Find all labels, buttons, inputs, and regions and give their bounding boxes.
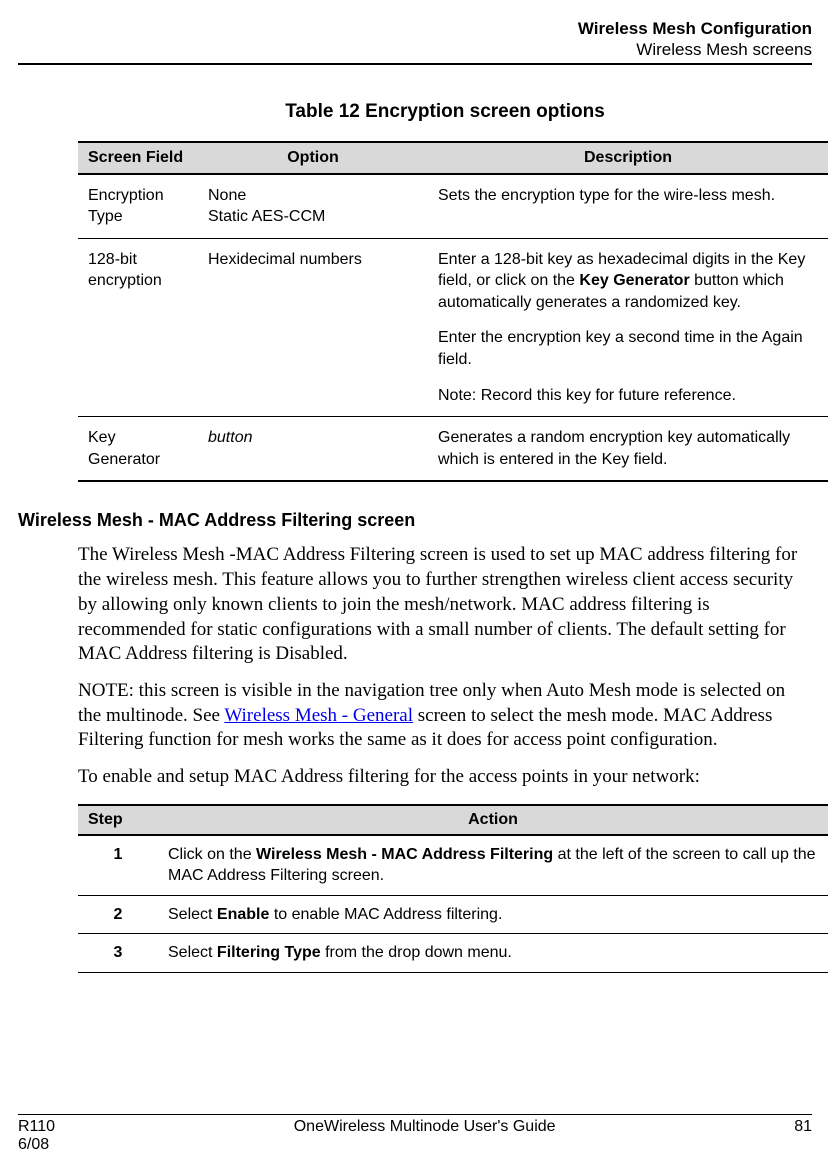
table-row: 128-bit encryptionHexidecimal numbersEnt… <box>78 238 828 417</box>
desc-paragraph: Note: Record this key for future referen… <box>438 385 818 407</box>
cell-option: Hexidecimal numbers <box>198 238 428 417</box>
cell-step-number: 2 <box>78 895 158 934</box>
th-option: Option <box>198 142 428 174</box>
cell-step-number: 3 <box>78 934 158 973</box>
section-para-2: NOTE: this screen is visible in the navi… <box>78 679 812 753</box>
table-row: 1Click on the Wireless Mesh - MAC Addres… <box>78 835 828 896</box>
table-row: Key GeneratorbuttonGenerates a random en… <box>78 417 828 482</box>
table-caption: Table 12 Encryption screen options <box>78 101 812 123</box>
table-row: 2Select Enable to enable MAC Address fil… <box>78 895 828 934</box>
cell-action: Select Filtering Type from the drop down… <box>158 934 828 973</box>
desc-paragraph: Sets the encryption type for the wire-le… <box>438 185 818 207</box>
footer-doc-title: OneWireless Multinode User's Guide <box>294 1118 556 1135</box>
cell-action: Click on the Wireless Mesh - MAC Address… <box>158 835 828 896</box>
desc-paragraph: Generates a random encryption key automa… <box>438 427 818 470</box>
cell-screen-field: Encryption Type <box>78 174 198 239</box>
encryption-options-table: Screen Field Option Description Encrypti… <box>78 141 828 483</box>
section-para-1: The Wireless Mesh -MAC Address Filtering… <box>78 543 812 666</box>
page-footer: R110 OneWireless Multinode User's Guide … <box>18 1114 812 1154</box>
section-heading: Wireless Mesh - MAC Address Filtering sc… <box>18 510 812 531</box>
table-row: Encryption TypeNoneStatic AES-CCM Sets th… <box>78 174 828 239</box>
cell-step-number: 1 <box>78 835 158 896</box>
page-header: Wireless Mesh Configuration Wireless Mes… <box>18 0 812 61</box>
th-action: Action <box>158 805 828 835</box>
cell-screen-field: 128-bit encryption <box>78 238 198 417</box>
footer-date: 6/08 <box>18 1136 49 1153</box>
wireless-mesh-general-link[interactable]: Wireless Mesh - General <box>224 705 413 726</box>
footer-page-number: 81 <box>794 1118 812 1135</box>
header-rule <box>18 63 812 65</box>
th-description: Description <box>428 142 828 174</box>
cell-description: Enter a 128-bit key as hexadecimal digit… <box>428 238 828 417</box>
cell-description: Sets the encryption type for the wire-le… <box>428 174 828 239</box>
cell-option: button <box>198 417 428 482</box>
footer-revision: R110 <box>18 1118 55 1135</box>
cell-action: Select Enable to enable MAC Address filt… <box>158 895 828 934</box>
header-subtitle: Wireless Mesh screens <box>18 39 812 60</box>
table-row: 3Select Filtering Type from the drop dow… <box>78 934 828 973</box>
cell-description: Generates a random encryption key automa… <box>428 417 828 482</box>
cell-option: NoneStatic AES-CCM <box>198 174 428 239</box>
steps-table: Step Action 1Click on the Wireless Mesh … <box>78 804 828 973</box>
cell-screen-field: Key Generator <box>78 417 198 482</box>
th-step: Step <box>78 805 158 835</box>
desc-paragraph: Enter the encryption key a second time i… <box>438 327 818 370</box>
desc-paragraph: Enter a 128-bit key as hexadecimal digit… <box>438 249 818 314</box>
section-para-3: To enable and setup MAC Address filterin… <box>78 765 812 790</box>
header-title: Wireless Mesh Configuration <box>18 18 812 39</box>
th-screen-field: Screen Field <box>78 142 198 174</box>
